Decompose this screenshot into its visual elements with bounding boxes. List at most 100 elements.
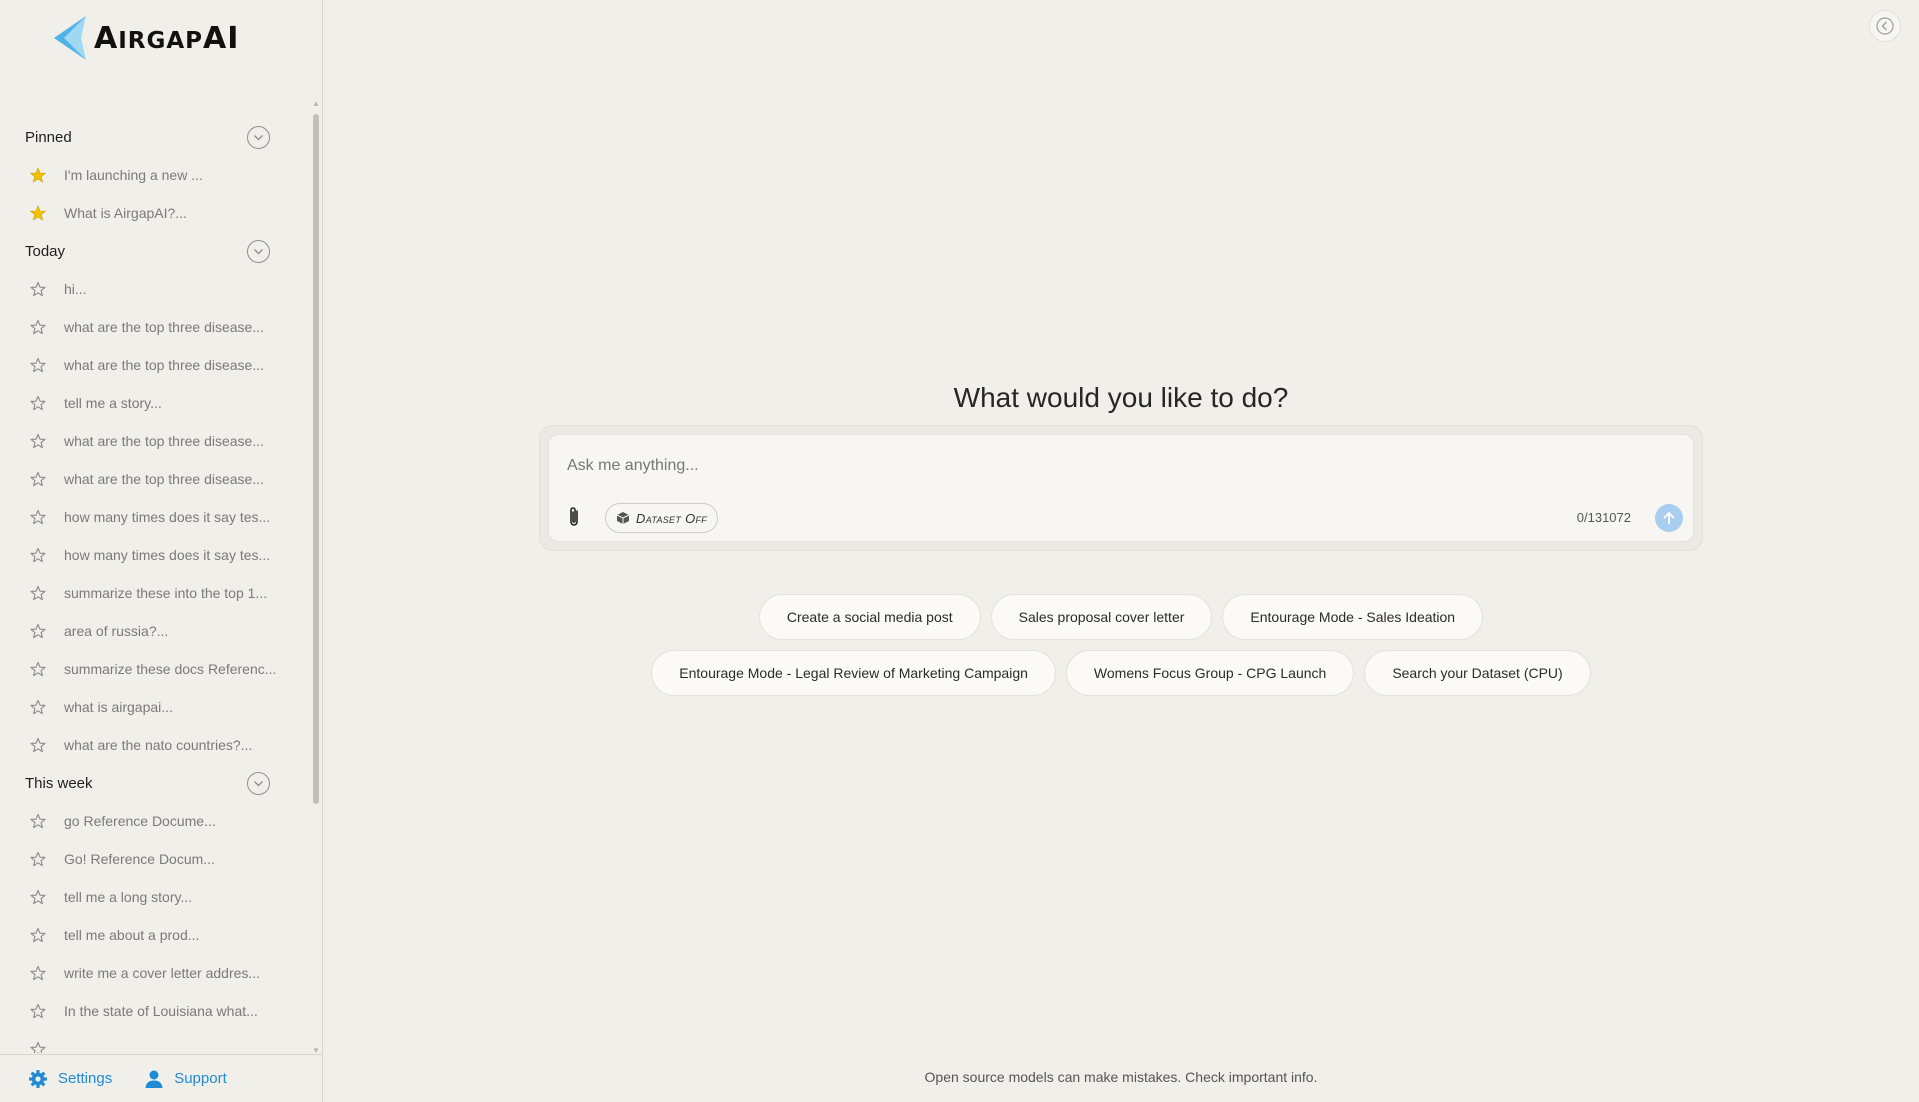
chat-history-label: tell me a long story... (64, 889, 193, 905)
chat-history-item[interactable]: summarize these into the top 1... (0, 574, 312, 612)
section-header-today: Today (0, 232, 312, 270)
dataset-toggle-label: Dataset Off (636, 510, 708, 526)
star-icon[interactable] (30, 736, 48, 754)
chat-history-item[interactable]: In the state of Louisiana what... (0, 992, 312, 1030)
chat-history-label: write me a cover letter addres... (64, 965, 261, 981)
section-title: Pinned (25, 128, 72, 146)
disclaimer-text: Open source models can make mistakes. Ch… (924, 1069, 1318, 1085)
suggestion-chip[interactable]: Sales proposal cover letter (990, 594, 1213, 640)
star-icon[interactable] (30, 850, 48, 868)
star-icon[interactable] (30, 280, 48, 298)
airgap-logo-icon (54, 16, 86, 60)
cube-icon (616, 512, 630, 524)
chat-history-label: what is airgapai... (64, 699, 173, 715)
chat-history-item[interactable]: tell me about a prod... (0, 916, 312, 954)
support-link[interactable]: Support (144, 1069, 227, 1089)
chat-history-label: tell me about a prod... (64, 927, 200, 943)
section-header-pinned: Pinned (0, 118, 312, 156)
chat-history-item[interactable]: what are the nato countries?... (0, 726, 312, 764)
suggestion-chips: Create a social media post Sales proposal… (323, 594, 1919, 706)
chevron-down-icon[interactable] (247, 125, 270, 149)
star-icon[interactable] (30, 660, 48, 678)
chat-history-item[interactable]: write me a cover letter addres... (0, 954, 312, 992)
chat-history-item[interactable]: how many times does it say tes... (0, 536, 312, 574)
chevron-left-circle-icon (1876, 17, 1894, 35)
chat-history-item[interactable] (0, 1030, 312, 1053)
chat-history-item[interactable]: go Reference Docume... (0, 802, 312, 840)
section-title: This week (25, 774, 93, 792)
star-icon[interactable] (30, 888, 48, 906)
star-icon[interactable] (30, 394, 48, 412)
chat-history-label: area of russia?... (64, 623, 169, 639)
section-title: Today (25, 242, 66, 260)
chat-history-item[interactable]: what is airgapai... (0, 688, 312, 726)
star-filled-icon[interactable] (30, 166, 48, 184)
chat-history-item[interactable]: I'm launching a new ... (0, 156, 312, 194)
page-title: What would you like to do? (953, 382, 1289, 413)
star-icon[interactable] (30, 812, 48, 830)
star-icon[interactable] (30, 698, 48, 716)
star-icon[interactable] (30, 1040, 48, 1053)
star-icon[interactable] (30, 584, 48, 602)
chat-history-label: what are the top three disease... (64, 471, 265, 487)
star-icon[interactable] (30, 318, 48, 336)
chat-history-item[interactable]: how many times does it say tes... (0, 498, 312, 536)
main-panel: What would you like to do? Dataset Off 0… (323, 0, 1919, 1102)
star-icon[interactable] (30, 964, 48, 982)
composer: Dataset Off 0/131072 (548, 434, 1694, 542)
sidebar: AIRGAPAI Pinned I'm launching a new ... Wh… (0, 0, 323, 1102)
dataset-toggle[interactable]: Dataset Off (605, 503, 719, 533)
chevron-down-icon[interactable] (247, 239, 270, 263)
chat-history-item[interactable]: hi... (0, 270, 312, 308)
chat-history-label: how many times does it say tes... (64, 547, 271, 563)
character-count: 0/131072 (1576, 510, 1631, 525)
star-icon[interactable] (30, 1002, 48, 1020)
chat-history-label: summarize these into the top 1... (64, 585, 268, 601)
scrollbar-thumb[interactable] (313, 114, 319, 804)
chat-history-item[interactable]: tell me a story... (0, 384, 312, 422)
gear-icon (29, 1069, 47, 1088)
scroll-up-icon[interactable]: ▲ (312, 100, 320, 108)
attach-button[interactable] (563, 503, 585, 531)
chat-history-label: In the state of Louisiana what... (64, 1003, 258, 1019)
sidebar-scrollbar[interactable]: ▲ ▼ (312, 100, 320, 1055)
section-header-this-week: This week (0, 764, 312, 802)
settings-link[interactable]: Settings (28, 1069, 112, 1089)
arrow-up-icon (1663, 512, 1675, 525)
star-icon[interactable] (30, 432, 48, 450)
chat-history-item[interactable]: what are the top three disease... (0, 460, 312, 498)
star-icon[interactable] (30, 470, 48, 488)
chat-history-item[interactable]: what are the top three disease... (0, 346, 312, 384)
chat-history-item[interactable]: Go! Reference Docum... (0, 840, 312, 878)
chat-history-item[interactable]: what are the top three disease... (0, 308, 312, 346)
prompt-input[interactable] (567, 453, 1567, 479)
star-icon[interactable] (30, 508, 48, 526)
chat-history-item[interactable]: tell me a long story... (0, 878, 312, 916)
user-icon (145, 1070, 163, 1088)
chat-history-label: tell me a story... (64, 395, 162, 411)
suggestion-chip[interactable]: Search your Dataset (CPU) (1364, 650, 1591, 696)
support-label: Support (174, 1070, 227, 1087)
chat-history-label: summarize these docs Referenc... (64, 661, 277, 677)
suggestion-chip[interactable]: Entourage Mode - Legal Review of Marketi… (651, 650, 1056, 696)
send-button[interactable] (1655, 504, 1683, 532)
star-icon[interactable] (30, 356, 48, 374)
chat-history-item[interactable]: what are the top three disease... (0, 422, 312, 460)
collapse-sidebar-button[interactable] (1869, 10, 1901, 42)
star-icon[interactable] (30, 546, 48, 564)
chevron-down-icon[interactable] (247, 771, 270, 795)
chat-history-item[interactable]: area of russia?... (0, 612, 312, 650)
chat-history-item[interactable]: summarize these docs Referenc... (0, 650, 312, 688)
app-logo[interactable]: AIRGAPAI (48, 14, 239, 62)
chat-history-label: Go! Reference Docum... (64, 851, 215, 867)
star-filled-icon[interactable] (30, 204, 48, 222)
suggestion-chip[interactable]: Create a social media post (758, 594, 981, 640)
suggestion-row: Entourage Mode - Legal Review of Marketi… (323, 650, 1919, 696)
chat-history-item[interactable]: What is AirgapAI?... (0, 194, 312, 232)
star-icon[interactable] (30, 622, 48, 640)
paperclip-icon (570, 507, 578, 526)
star-icon[interactable] (30, 926, 48, 944)
chat-history-label: what are the top three disease... (64, 357, 265, 373)
suggestion-chip[interactable]: Womens Focus Group - CPG Launch (1065, 650, 1355, 696)
suggestion-chip[interactable]: Entourage Mode - Sales Ideation (1222, 594, 1484, 640)
